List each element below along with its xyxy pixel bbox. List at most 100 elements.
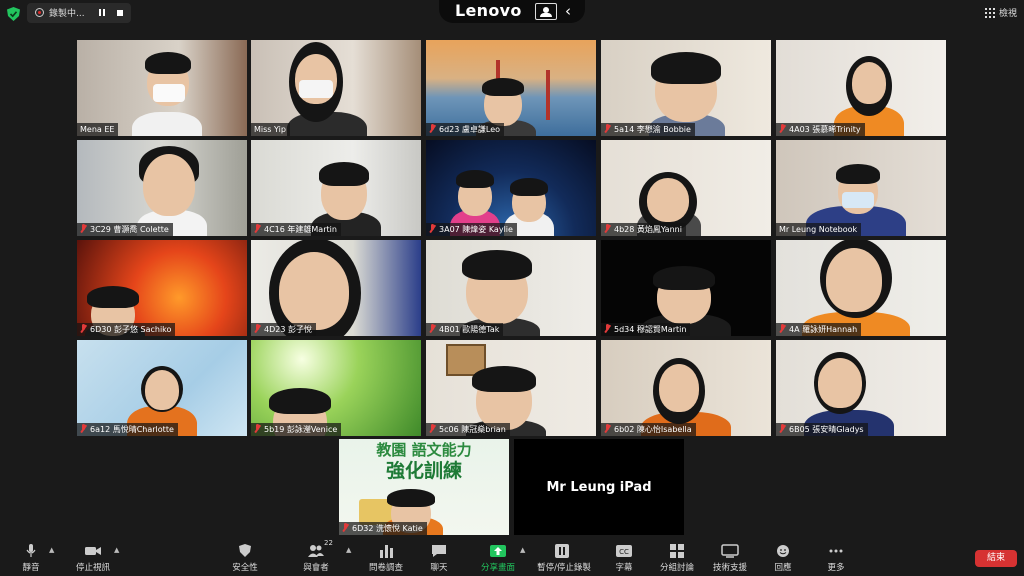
- muted-mic-icon: [80, 424, 87, 433]
- mute-options-caret-icon[interactable]: ▲: [49, 546, 54, 554]
- chat-button[interactable]: 聊天: [409, 544, 469, 573]
- video-tile[interactable]: 3A07 陳煒姿 Kaylie: [426, 140, 596, 236]
- participant-name: Miss Yip: [251, 123, 290, 136]
- video-tile[interactable]: 6b02 陳心怡Isabella: [601, 340, 771, 436]
- shield-icon: [239, 544, 251, 557]
- participants-label: 與會者: [303, 563, 329, 573]
- mute-label: 靜音: [22, 563, 40, 573]
- participant-name: 4A 羅詠妍Hannah: [776, 323, 862, 336]
- muted-mic-icon: [254, 224, 261, 233]
- pause-recording-icon[interactable]: [95, 6, 109, 20]
- remote-support-icon: [721, 544, 739, 558]
- brand-logo: Lenovo: [455, 1, 522, 20]
- grid-view-icon: [985, 8, 995, 18]
- participant-name: 4A03 張慕晞Trinity: [776, 123, 865, 136]
- pause-stop-icon: [555, 544, 569, 558]
- video-tile[interactable]: Mr Leung Notebook: [776, 140, 946, 236]
- more-dots-icon: [829, 549, 843, 553]
- participant-name: 5b19 彭詠瀅Venice: [251, 423, 342, 436]
- video-options-caret-icon[interactable]: ▲: [114, 546, 119, 554]
- polls-button[interactable]: 問卷調查: [356, 544, 416, 573]
- muted-mic-icon: [604, 224, 611, 233]
- video-tile[interactable]: 5c06 陳冠燊brian: [426, 340, 596, 436]
- video-tile[interactable]: 5d34 穆認賢Martin: [601, 240, 771, 336]
- participant-name: 6B05 張安晴Gladys: [776, 423, 868, 436]
- security-button[interactable]: 安全性: [215, 544, 275, 573]
- record-dot-icon: [35, 8, 44, 17]
- security-label: 安全性: [232, 563, 258, 573]
- muted-mic-icon: [254, 424, 261, 433]
- video-tile[interactable]: 4A 羅詠妍Hannah: [776, 240, 946, 336]
- share-screen-icon: [490, 545, 506, 557]
- video-camera-icon: [85, 547, 101, 555]
- virtual-background-banner: 教園 語文能力 強化訓練: [339, 439, 509, 489]
- muted-mic-icon: [779, 124, 786, 133]
- meeting-toolbar: 靜音 ▲ 停止視訊 ▲ 安全性 22 與會者 ▲ 問卷調查 聊天 分享畫面 ▲ …: [0, 539, 1024, 576]
- video-tile[interactable]: 4D23 彭子悅: [251, 240, 421, 336]
- video-tile-video-off[interactable]: Mr Leung iPad: [514, 439, 684, 535]
- video-tile[interactable]: 4A03 張慕晞Trinity: [776, 40, 946, 136]
- pause-stop-recording-button[interactable]: 暫停/停止錄製: [534, 544, 594, 573]
- banner-line1: 教園 語文能力: [376, 441, 472, 459]
- participant-name: Mena EE: [77, 123, 119, 136]
- chat-bubble-icon: [432, 545, 446, 557]
- shield-icon[interactable]: [7, 7, 20, 21]
- participant-name: 6d23 盧卓謙Leo: [426, 123, 505, 136]
- muted-mic-icon: [429, 324, 436, 333]
- participant-name: 3A07 陳煒姿 Kaylie: [426, 223, 517, 236]
- breakout-rooms-icon: [670, 544, 684, 558]
- share-screen-label: 分享畫面: [480, 563, 515, 573]
- bar-chart-icon: [380, 545, 393, 558]
- polls-label: 問卷調查: [368, 563, 403, 573]
- muted-mic-icon: [429, 424, 436, 433]
- stop-video-label: 停止視訊: [75, 563, 110, 573]
- more-button[interactable]: 更多: [806, 544, 866, 573]
- reactions-label: 回應: [774, 563, 792, 573]
- camera-privacy-icon[interactable]: [535, 3, 557, 20]
- video-tile[interactable]: 5b19 彭詠瀅Venice: [251, 340, 421, 436]
- video-tile[interactable]: 4B01 歐陽德Tak: [426, 240, 596, 336]
- video-tile[interactable]: 3C29 曹灝喬 Colette: [77, 140, 247, 236]
- banner-line2: 強化訓練: [385, 460, 462, 482]
- video-tile[interactable]: Mena EE: [77, 40, 247, 136]
- participant-name: 4b28 黃焰鳳Yanni: [601, 223, 686, 236]
- participants-button[interactable]: 22 與會者: [286, 539, 346, 573]
- meeting-top-bar: 錄製中... Lenovo ‹ 檢視: [0, 0, 1024, 28]
- participant-name: 5a14 李懋渝 Bobbie: [601, 123, 695, 136]
- muted-mic-icon: [604, 124, 611, 133]
- video-tile[interactable]: 6B05 張安晴Gladys: [776, 340, 946, 436]
- participants-options-caret-icon[interactable]: ▲: [346, 546, 351, 554]
- share-options-caret-icon[interactable]: ▲: [520, 546, 525, 554]
- video-tile[interactable]: 4b28 黃焰鳳Yanni: [601, 140, 771, 236]
- video-tile[interactable]: 5a14 李懋渝 Bobbie: [601, 40, 771, 136]
- muted-mic-icon: [604, 324, 611, 333]
- stop-recording-icon[interactable]: [113, 6, 127, 20]
- video-tile[interactable]: 6d23 盧卓謙Leo: [426, 40, 596, 136]
- video-tile[interactable]: 6a12 馬悅晴Charlotte: [77, 340, 247, 436]
- participant-name: Mr Leung Notebook: [776, 223, 862, 236]
- breakout-rooms-button[interactable]: 分組討論: [647, 544, 707, 573]
- participants-icon: [308, 545, 324, 557]
- muted-mic-icon: [80, 224, 87, 233]
- tech-support-button[interactable]: 技術支援: [700, 544, 760, 573]
- share-screen-button[interactable]: 分享畫面: [468, 544, 528, 573]
- muted-mic-icon: [604, 424, 611, 433]
- chevron-left-icon[interactable]: ‹: [565, 2, 571, 20]
- chat-label: 聊天: [430, 563, 448, 573]
- video-tile-active-speaker[interactable]: Miss Yip: [251, 40, 421, 136]
- video-tile[interactable]: 教園 語文能力 強化訓練 6D32 洗懷悅 Katie: [339, 439, 509, 535]
- recording-indicator: 錄製中...: [27, 3, 131, 23]
- muted-mic-icon: [342, 523, 349, 532]
- video-tile[interactable]: 6D30 彭子悠 Sachiko: [77, 240, 247, 336]
- participant-name: 5c06 陳冠燊brian: [426, 423, 510, 436]
- reactions-button[interactable]: 回應: [753, 544, 813, 573]
- video-tile[interactable]: 4C16 年建雄Martin: [251, 140, 421, 236]
- tech-support-label: 技術支援: [712, 563, 747, 573]
- smiley-icon: [777, 545, 789, 557]
- participant-name: 4D23 彭子悅: [251, 323, 316, 336]
- participant-name: 6b02 陳心怡Isabella: [601, 423, 696, 436]
- svg-text:CC: CC: [619, 548, 629, 556]
- end-meeting-button[interactable]: 結束: [975, 550, 1017, 567]
- captions-button[interactable]: CC 字幕: [594, 544, 654, 573]
- muted-mic-icon: [779, 324, 786, 333]
